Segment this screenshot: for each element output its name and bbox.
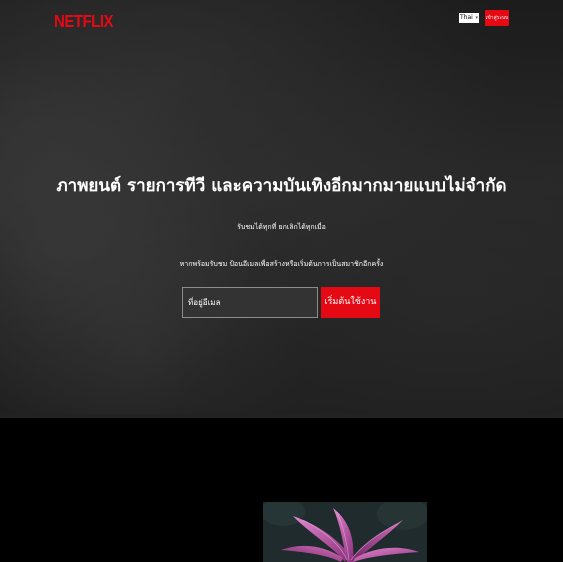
feature-plant-image: [263, 502, 427, 562]
email-prompt: หากพร้อมรับชม ป้อนอีเมลเพื่อสร้างหรือเริ…: [179, 260, 384, 268]
sign-in-button[interactable]: เข้าสู่ระบบ: [485, 10, 509, 26]
netflix-logo[interactable]: NETFLIX: [54, 12, 114, 32]
hero-subline: รับชมได้ทุกที่ ยกเลิกได้ทุกเมื่อ: [237, 223, 326, 231]
hero-background-texture: [0, 0, 563, 414]
email-input[interactable]: [182, 287, 318, 318]
language-select-value: Thai: [460, 14, 473, 21]
hero-section: NETFLIX Thai ▾ เข้าสู่ระบบ ภาพยนต์ รายกา…: [0, 0, 563, 414]
hero-headline: ภาพยนต์ รายการทีวี และความบันเทิงอีกมากม…: [56, 176, 507, 196]
get-started-button[interactable]: เริ่มต้นใช้งาน: [321, 287, 380, 318]
chevron-down-icon: ▾: [475, 15, 478, 21]
language-select[interactable]: Thai ▾: [459, 13, 479, 23]
